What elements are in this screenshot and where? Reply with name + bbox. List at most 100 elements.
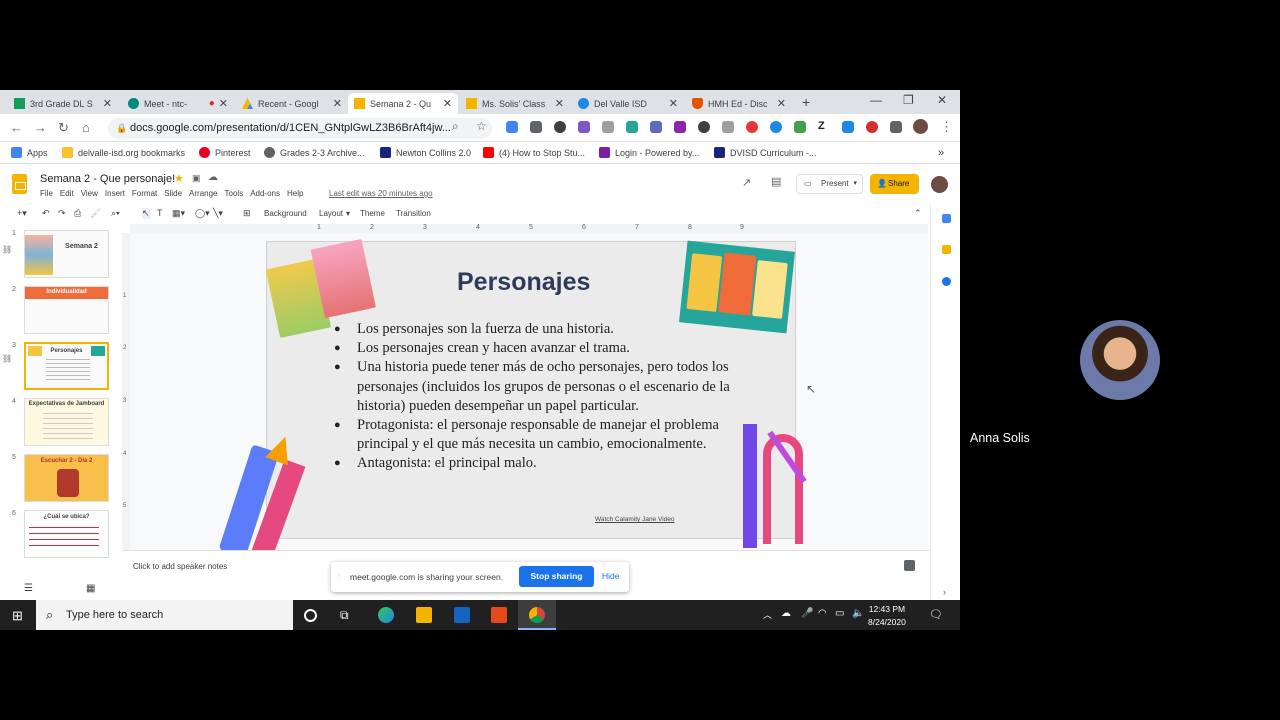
chrome-icon[interactable]: [529, 607, 545, 623]
bookmark-star-icon[interactable]: ☆: [476, 119, 487, 133]
menu-insert[interactable]: Insert: [105, 189, 125, 198]
close-tab-icon[interactable]: ✕: [103, 97, 112, 110]
slide-thumbnail[interactable]: ¿Cuál se ubica?: [24, 510, 109, 558]
more-menu-icon[interactable]: ⋮: [940, 119, 953, 135]
minimize-icon[interactable]: —: [870, 93, 882, 107]
slide-thumbnail[interactable]: Semana 2: [24, 230, 109, 278]
line-icon[interactable]: ╲▾: [213, 208, 223, 219]
menu-tools[interactable]: Tools: [225, 189, 244, 198]
expand-panel-icon[interactable]: ›: [943, 587, 946, 597]
extension-icon[interactable]: [794, 121, 806, 133]
office-icon[interactable]: [491, 607, 507, 623]
network-icon[interactable]: ◠: [818, 608, 827, 619]
extension-icon[interactable]: [842, 121, 854, 133]
slides-logo-icon[interactable]: [12, 174, 27, 194]
tray-chevron-icon[interactable]: ︿: [763, 608, 772, 621]
present-button[interactable]: ▭ Present ▾: [796, 174, 863, 194]
windows-start-icon[interactable]: ⊞: [12, 608, 23, 624]
extension-icon[interactable]: [554, 121, 566, 133]
reload-icon[interactable]: ↻: [58, 120, 69, 136]
extension-icon[interactable]: [602, 121, 614, 133]
menu-format[interactable]: Format: [132, 189, 157, 198]
bookmark-newton[interactable]: Newton Collins 2.0: [380, 147, 471, 158]
browser-tab[interactable]: HMH Ed - Disc ✕: [686, 93, 792, 114]
system-clock[interactable]: 12:43 PM 8/24/2020: [868, 603, 906, 629]
forward-icon[interactable]: →: [34, 120, 47, 135]
star-icon[interactable]: ★: [174, 172, 184, 185]
close-tab-icon[interactable]: ✕: [443, 97, 452, 110]
collapse-toolbar-icon[interactable]: ⌃: [914, 208, 922, 219]
task-view-icon[interactable]: ⧉: [340, 608, 356, 624]
close-tab-icon[interactable]: ✕: [555, 97, 564, 110]
search-icon[interactable]: ⌕: [452, 119, 459, 134]
bookmark-dvisd[interactable]: DVISD Curriculum -...: [714, 147, 817, 158]
extension-icon[interactable]: [578, 121, 590, 133]
move-folder-icon[interactable]: ▣: [192, 173, 201, 184]
close-tab-icon[interactable]: ✕: [219, 97, 228, 110]
undo-icon[interactable]: ↶: [42, 208, 50, 219]
slide-thumbnail[interactable]: Individualidad: [24, 286, 109, 334]
explore-icon[interactable]: [904, 560, 915, 571]
restore-icon[interactable]: ❐: [903, 93, 914, 107]
drag-handle-icon[interactable]: ⦙: [338, 572, 340, 582]
close-tab-icon[interactable]: ✕: [777, 97, 786, 110]
layout-chevron-icon[interactable]: ▾: [346, 209, 350, 218]
menu-file[interactable]: File: [40, 189, 53, 198]
bookmark-folder[interactable]: delvalle-isd.org bookmarks: [62, 147, 185, 158]
slide-thumbnail[interactable]: Expectativas de Jamboard: [24, 398, 109, 446]
back-icon[interactable]: ←: [10, 120, 23, 135]
bullet-list[interactable]: Los personajes son la fuerza de una hist…: [334, 320, 734, 474]
bookmark-grades[interactable]: Grades 2-3 Archive...: [264, 147, 365, 158]
battery-icon[interactable]: ▭: [835, 608, 844, 619]
document-title[interactable]: Semana 2 - Que personaje!: [40, 173, 175, 185]
redo-icon[interactable]: ↷: [58, 208, 66, 219]
comment-add-icon[interactable]: ⊞: [243, 208, 251, 219]
close-window-icon[interactable]: ✕: [937, 93, 947, 107]
menu-addons[interactable]: Add-ons: [250, 189, 280, 198]
stop-sharing-button[interactable]: Stop sharing: [519, 566, 594, 587]
background-button[interactable]: Background: [264, 209, 307, 218]
volume-icon[interactable]: 🔈: [852, 608, 864, 619]
tasks-icon[interactable]: [942, 277, 951, 286]
current-slide[interactable]: Personajes Los personajes son la fuerza …: [218, 238, 807, 550]
cortana-icon[interactable]: [304, 609, 317, 622]
extension-icon[interactable]: [770, 121, 782, 133]
profile-avatar[interactable]: [913, 119, 928, 134]
zoom-icon[interactable]: ⌕▾: [111, 208, 120, 219]
video-link[interactable]: Watch Calamity Jane Video: [595, 516, 674, 523]
close-tab-icon[interactable]: ✕: [333, 97, 342, 110]
more-bookmarks-icon[interactable]: »: [938, 147, 944, 159]
paint-format-icon[interactable]: 🖌: [90, 208, 101, 219]
browser-tab[interactable]: Meet - ntc- ● ✕: [122, 93, 234, 114]
activity-trend-icon[interactable]: ↗: [742, 176, 751, 189]
browser-tab[interactable]: Ms. Solis' Class ✕: [460, 93, 570, 114]
comments-icon[interactable]: ▤: [771, 175, 781, 188]
bookmark-youtube[interactable]: (4) How to Stop Stu...: [483, 147, 585, 158]
zoom-z-icon[interactable]: Z: [818, 120, 825, 132]
browser-tab[interactable]: Del Valle ISD ✕: [572, 93, 684, 114]
address-bar[interactable]: 🔒 docs.google.com/presentation/d/1CEN_GN…: [108, 118, 492, 139]
extension-icon[interactable]: [746, 121, 758, 133]
extension-icon[interactable]: [866, 121, 878, 133]
browser-tab[interactable]: Recent - Googl ✕: [236, 93, 348, 114]
browser-tab[interactable]: 3rd Grade DL S ✕: [8, 93, 118, 114]
extension-icon[interactable]: [722, 121, 734, 133]
extension-icon[interactable]: [506, 121, 518, 133]
calendar-icon[interactable]: [942, 214, 951, 223]
transition-button[interactable]: Transition: [396, 209, 431, 218]
slide-thumbnail-selected[interactable]: Personajes: [24, 342, 109, 390]
shape-icon[interactable]: ◯▾: [195, 208, 210, 219]
chevron-down-icon[interactable]: ▾: [853, 175, 857, 193]
select-cursor-icon[interactable]: ↖: [142, 208, 150, 219]
extension-icon[interactable]: [698, 121, 710, 133]
slide-title[interactable]: Personajes: [457, 268, 590, 297]
share-button[interactable]: 👤 Share: [870, 174, 919, 194]
extension-icon[interactable]: [530, 121, 542, 133]
extensions-puzzle-icon[interactable]: [890, 121, 902, 133]
store-icon[interactable]: [454, 607, 470, 623]
menu-help[interactable]: Help: [287, 189, 303, 198]
menu-view[interactable]: View: [81, 189, 98, 198]
extension-icon[interactable]: [674, 121, 686, 133]
image-icon[interactable]: ▦▾: [172, 208, 185, 219]
onedrive-icon[interactable]: ☁: [781, 608, 791, 619]
